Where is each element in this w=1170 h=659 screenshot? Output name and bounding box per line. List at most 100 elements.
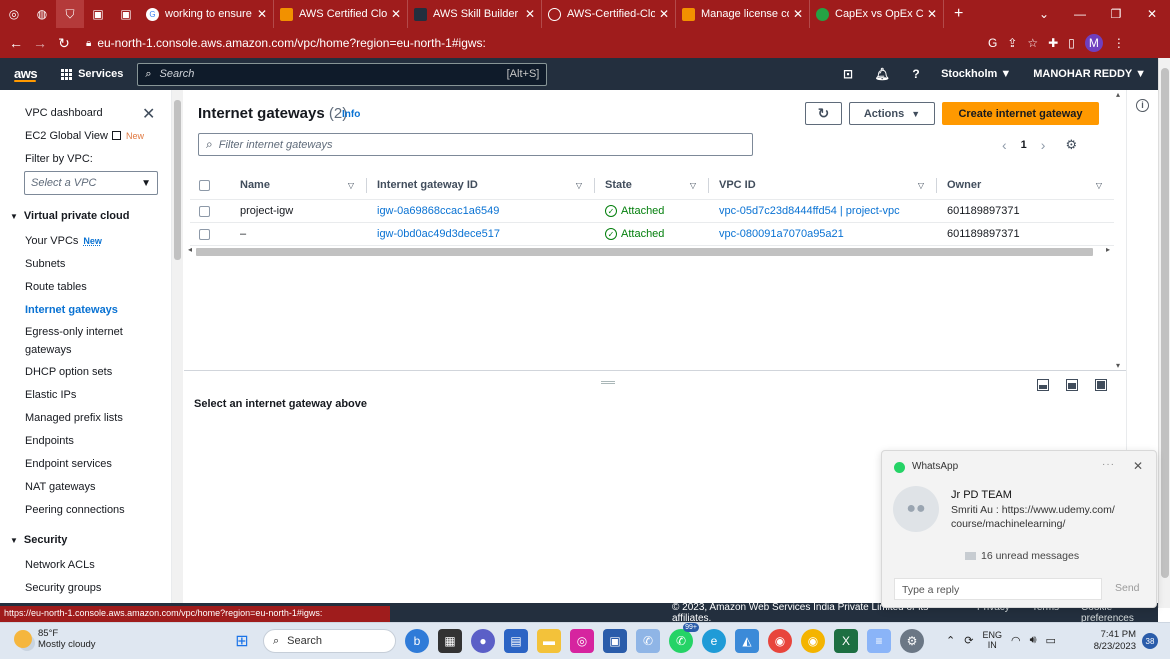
section-security[interactable]: ▼ Security xyxy=(10,534,67,546)
column-header-name[interactable]: Name ▽ xyxy=(230,178,367,193)
sidebar-item-network-acls[interactable]: Network ACLs xyxy=(25,557,95,573)
arrow-left-icon[interactable]: ◂ xyxy=(188,245,192,254)
system-clock[interactable]: 7:41 PM 8/23/2023 xyxy=(1090,629,1136,653)
sidebar-item-internet-gateways[interactable]: Internet gateways xyxy=(25,302,118,318)
weather-widget[interactable]: 85°F Mostly cloudy xyxy=(14,628,96,650)
sidebar-item-managed-prefix-lists[interactable]: Managed prefix lists xyxy=(25,410,123,426)
back-icon[interactable]: ← xyxy=(4,35,28,51)
sidebar-item-security-groups[interactable]: Security groups xyxy=(25,580,101,596)
column-header-igw-id[interactable]: Internet gateway ID ▽ xyxy=(367,178,595,193)
info-link[interactable]: Info xyxy=(342,109,360,120)
cell-igw-id-link[interactable]: igw-0bd0ac49d3dece517 xyxy=(367,228,595,240)
aws-logo[interactable]: aws xyxy=(14,66,38,82)
cell-vpc-id-link[interactable]: vpc-080091a7070a95a21 xyxy=(709,228,937,240)
page-number[interactable]: 1 xyxy=(1021,139,1027,151)
close-icon[interactable]: ✕ xyxy=(142,104,155,124)
extensions-icon[interactable]: ✚ xyxy=(1048,36,1058,50)
row-checkbox[interactable] xyxy=(199,228,210,240)
section-virtual-private-cloud[interactable]: ▼ Virtual private cloud xyxy=(10,210,129,222)
close-icon[interactable]: ✕ xyxy=(927,7,937,21)
panel-bottom-small-icon[interactable] xyxy=(1037,379,1049,391)
column-header-vpc-id[interactable]: VPC ID ▽ xyxy=(709,178,937,193)
bing-icon[interactable]: b xyxy=(405,629,429,653)
taskbar-search[interactable]: ⌕ Search xyxy=(263,629,396,653)
table-row[interactable]: project-igw igw-0a69868ccac1a6549 ✓ Attac… xyxy=(190,200,1114,223)
select-all-checkbox[interactable] xyxy=(199,179,210,191)
reload-icon[interactable]: ↻ xyxy=(52,35,76,52)
column-header-state[interactable]: State ▽ xyxy=(595,178,709,193)
file-manager-icon[interactable]: ▦ xyxy=(438,629,462,653)
sidebar-item-vpc-dashboard[interactable]: VPC dashboard xyxy=(25,105,103,121)
url-field[interactable]: 🔒︎ eu-north-1.console.aws.amazon.com/vpc… xyxy=(86,32,976,54)
sidebar-item-subnets[interactable]: Subnets xyxy=(25,256,65,272)
filter-input[interactable]: ⌕ Filter internet gateways xyxy=(198,133,753,156)
sidebar-scrollbar[interactable] xyxy=(172,90,183,608)
browser-tab[interactable]: AWS Certified Cloud P ✕ xyxy=(274,0,408,28)
pinned-tab-3[interactable]: ⛉ xyxy=(56,0,84,28)
send-button[interactable]: Send xyxy=(1115,582,1140,594)
close-icon[interactable]: ✕ xyxy=(793,7,803,21)
pinned-tab-4[interactable]: ▣ xyxy=(84,0,112,28)
notepad-icon[interactable]: ≡ xyxy=(867,629,891,653)
refresh-button[interactable]: ↻ xyxy=(805,102,842,125)
browser-tab[interactable]: Manage license comp ✕ xyxy=(676,0,810,28)
sidebar-item-nat-gateways[interactable]: NAT gateways xyxy=(25,479,96,495)
arrow-up-icon[interactable]: ▴ xyxy=(1116,90,1120,99)
panel-bottom-medium-icon[interactable] xyxy=(1066,379,1078,391)
browser-tab[interactable]: CapEx vs OpEx Cloud ✕ xyxy=(810,0,944,28)
store-icon[interactable]: ▣ xyxy=(603,629,627,653)
chrome-profile-icon[interactable]: ◉ xyxy=(801,629,825,653)
sidepanel-icon[interactable]: ▯ xyxy=(1068,36,1075,50)
arrow-right-icon[interactable]: ▸ xyxy=(1106,245,1110,254)
chevron-right-icon[interactable]: › xyxy=(1041,137,1046,153)
close-icon[interactable]: ✕ xyxy=(257,7,267,21)
sidebar-item-dhcp-option-sets[interactable]: DHCP option sets xyxy=(25,364,112,380)
forward-icon[interactable]: → xyxy=(28,35,52,51)
page-scrollbar[interactable] xyxy=(1158,58,1170,608)
sidebar-item-endpoints[interactable]: Endpoints xyxy=(25,433,74,449)
sidebar-item-endpoint-services[interactable]: Endpoint services xyxy=(25,456,112,472)
browser-tab[interactable]: AWS-Certified-Cloud ✕ xyxy=(542,0,676,28)
close-icon[interactable]: ✕ xyxy=(1133,459,1143,473)
sync-icon[interactable]: ⟳ xyxy=(964,634,973,647)
sidebar-item-ec2-global-view[interactable]: EC2 Global View New xyxy=(25,128,144,144)
table-row[interactable]: – igw-0bd0ac49d3dece517 ✓ Attached vpc-08… xyxy=(190,223,1114,246)
chevron-up-icon[interactable]: ⌃ xyxy=(946,634,955,647)
account-menu[interactable]: MANOHAR REDDY ▼ xyxy=(1033,68,1146,80)
folder-icon[interactable]: ▬ xyxy=(537,629,561,653)
windows-start-icon[interactable]: ⊞ xyxy=(230,629,254,653)
sidebar-item-your-vpcs[interactable]: Your VPCs New xyxy=(25,233,102,249)
chrome-icon[interactable]: ◉ xyxy=(768,629,792,653)
sidebar-item-egress-only-internet-gateways[interactable]: Egress-only internet xyxy=(25,324,123,340)
whatsapp-taskbar-icon[interactable]: ✆ 99+ xyxy=(669,623,699,653)
teams-icon[interactable]: ● xyxy=(471,629,495,653)
pinned-tab-2[interactable]: ◍ xyxy=(28,0,56,28)
panel-full-icon[interactable] xyxy=(1095,379,1107,391)
column-header-owner[interactable]: Owner ▽ xyxy=(937,178,1114,193)
minimize-icon[interactable]: — xyxy=(1062,7,1098,21)
arrow-down-icon[interactable]: ▾ xyxy=(1116,361,1120,370)
actions-button[interactable]: Actions ▼ xyxy=(849,102,935,125)
sidebar-item-egress-only-internet-gateways-line2[interactable]: gateways xyxy=(25,342,71,358)
video-editor-icon[interactable]: ▤ xyxy=(504,629,528,653)
table-horizontal-scrollbar[interactable]: ◂ ▸ xyxy=(188,245,1114,257)
volume-icon[interactable]: 🔊︎ xyxy=(1030,634,1037,647)
chevron-down-icon[interactable]: ⌄ xyxy=(1026,7,1062,21)
close-window-icon[interactable]: ✕ xyxy=(1134,7,1170,21)
table-vertical-scrollbar[interactable]: ▴ ▾ xyxy=(1114,90,1126,370)
excel-icon[interactable]: X xyxy=(834,629,858,653)
sidebar-item-elastic-ips[interactable]: Elastic IPs xyxy=(25,387,76,403)
cell-igw-id-link[interactable]: igw-0a69868ccac1a6549 xyxy=(367,205,595,217)
share-icon[interactable]: ⇪ xyxy=(1007,36,1017,50)
maximize-icon[interactable]: ❐ xyxy=(1098,7,1134,21)
gear-icon[interactable]: ⚙ xyxy=(1065,137,1077,153)
message-preview[interactable]: Smriti Au : https://www.udemy.com/ cours… xyxy=(951,503,1141,531)
split-panel-drag-handle[interactable] xyxy=(601,381,615,384)
phone-link-icon[interactable]: ✆ xyxy=(636,629,660,653)
console-search-input[interactable]: ⌕ Search [Alt+S] xyxy=(137,62,548,86)
vpc-filter-select[interactable]: Select a VPC ▼ xyxy=(24,171,158,195)
sidebar-item-route-tables[interactable]: Route tables xyxy=(25,279,87,295)
notification-count-badge[interactable]: 38 xyxy=(1142,633,1158,649)
pinned-tab-1[interactable]: ◎ xyxy=(0,0,28,28)
browser-tab[interactable]: G working to ensure co ✕ xyxy=(140,0,274,28)
